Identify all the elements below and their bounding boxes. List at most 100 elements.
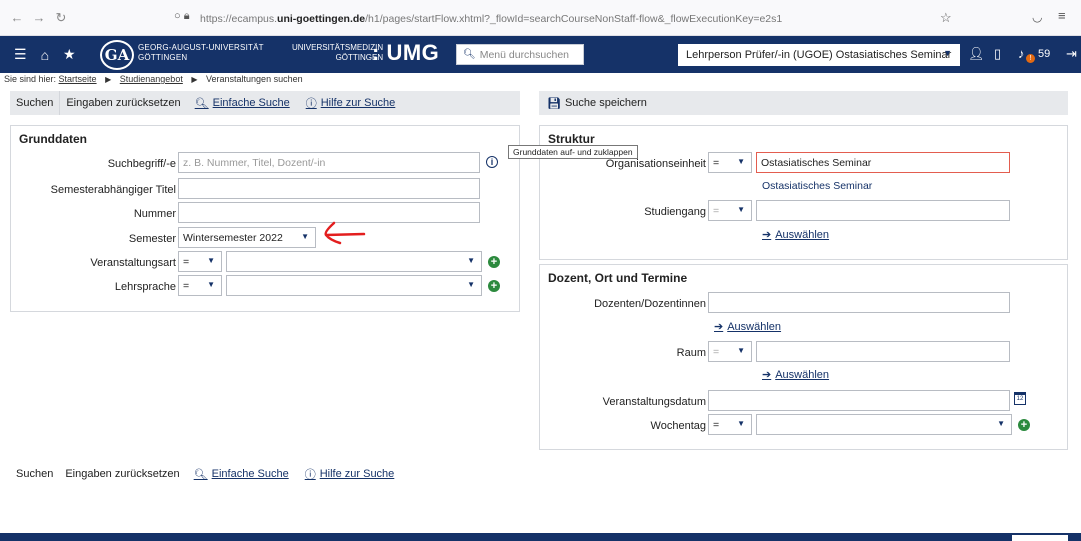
veranstaltungsart-label: Veranstaltungsart: [90, 257, 176, 269]
university-logo[interactable]: GA: [100, 40, 134, 70]
operator-value: =: [713, 345, 720, 358]
back-icon[interactable]: ←: [6, 10, 28, 25]
favorites-star-icon[interactable]: ★: [63, 46, 76, 63]
semestertitel-input[interactable]: [178, 178, 480, 199]
operator-value: =: [713, 204, 720, 217]
studiengang-auswaehlen-link[interactable]: ➔ Auswählen: [762, 228, 829, 241]
info-icon: ⓘ: [305, 98, 317, 110]
search-button[interactable]: Suchen: [10, 91, 61, 115]
umg-name-line1: UNIVERSITÄTSMEDIZIN: [292, 43, 384, 52]
raum-auswaehlen-link[interactable]: ➔ Auswählen: [762, 368, 829, 381]
org-suggestion[interactable]: Ostasiatisches Seminar: [762, 180, 872, 192]
menu-search-input[interactable]: 🔍︎ Menü durchsuchen: [456, 44, 584, 65]
raum-operator[interactable]: = ▼: [708, 341, 752, 362]
search-icon: 🔍︎: [463, 49, 476, 60]
raum-label: Raum: [676, 347, 706, 359]
reset-button[interactable]: Eingaben zurücksetzen: [59, 462, 186, 486]
operator-value: =: [713, 418, 720, 431]
notifications-bell-icon[interactable]: ♪: [1018, 46, 1025, 61]
lehrsprache-operator[interactable]: = ▼: [178, 275, 222, 296]
info-icon: ⓘ: [304, 469, 316, 481]
semester-value: Wintersemester 2022: [183, 231, 283, 244]
search-icon: 🔍︎: [194, 97, 209, 110]
search-button[interactable]: Suchen: [10, 462, 60, 486]
studiengang-operator[interactable]: = ▼: [708, 200, 752, 221]
clipboard-icon[interactable]: ▯: [994, 46, 1001, 62]
breadcrumb-home[interactable]: Startseite: [59, 74, 97, 84]
hamburger-menu-icon[interactable]: ☰: [14, 46, 27, 63]
footer-bar: [0, 533, 1081, 541]
raum-input[interactable]: [756, 341, 1010, 362]
chevron-down-icon: ▼: [207, 256, 215, 265]
studiengang-input[interactable]: [756, 200, 1010, 221]
wochentag-operator[interactable]: = ▼: [708, 414, 752, 435]
user-icon[interactable]: 👤︎: [968, 46, 985, 62]
wochentag-select[interactable]: ▼: [756, 414, 1012, 435]
chevron-down-icon: ▼: [467, 280, 475, 289]
simple-search-link[interactable]: 🔍︎ Einfache Suche: [186, 468, 297, 481]
breadcrumb-current: Veranstaltungen suchen: [206, 74, 303, 84]
address-bar[interactable]: https://ecampus. uni-goettingen.de/h1/pag…: [200, 7, 1010, 31]
add-lehrsprache-icon[interactable]: +: [488, 280, 500, 292]
semestertitel-label: Semesterabhängiger Titel: [50, 184, 176, 196]
home-icon[interactable]: ⌂: [41, 47, 49, 63]
arrow-right-icon: ➔: [762, 229, 772, 241]
search-actions-bottom: Suchen Eingaben zurücksetzen 🔍︎ Einfache …: [10, 462, 402, 486]
bookmark-star-icon[interactable]: ☆: [940, 10, 952, 26]
struktur-title[interactable]: Struktur: [548, 132, 595, 146]
simple-search-link[interactable]: 🔍︎ Einfache Suche: [187, 97, 298, 110]
search-icon: 🔍︎: [193, 468, 208, 481]
add-wochentag-icon[interactable]: +: [1018, 419, 1030, 431]
datum-input[interactable]: [708, 390, 1010, 411]
lehrsprache-select[interactable]: ▼: [226, 275, 482, 296]
operator-value: =: [713, 156, 720, 169]
logout-icon[interactable]: ⇥: [1066, 46, 1077, 62]
operator-value: =: [183, 255, 190, 268]
forward-icon[interactable]: →: [28, 10, 50, 25]
dozenten-label: Dozenten/Dozentinnen: [594, 298, 706, 310]
arrow-right-icon: ➔: [714, 321, 724, 333]
reset-button[interactable]: Eingaben zurücksetzen: [60, 91, 186, 115]
org-operator[interactable]: = ▼: [708, 152, 752, 173]
grunddaten-title[interactable]: Grunddaten: [19, 132, 87, 146]
arrow-right-icon: ➔: [762, 369, 772, 381]
chevron-down-icon: ▼: [943, 48, 952, 58]
suchbegriff-input[interactable]: z. B. Nummer, Titel, Dozent/-in: [178, 152, 480, 173]
save-search-link[interactable]: 💾︎ Suche speichern: [539, 97, 655, 110]
simple-search-label: Einfache Suche: [211, 468, 289, 480]
help-link[interactable]: ⓘ Hilfe zur Suche: [297, 466, 403, 482]
breadcrumb-studienangebot[interactable]: Studienangebot: [120, 74, 183, 84]
auswaehlen-label: Auswählen: [775, 229, 830, 241]
breadcrumb-separator-icon: ▶: [105, 75, 112, 84]
dozent-title[interactable]: Dozent, Ort und Termine: [548, 271, 687, 285]
chevron-down-icon: ▼: [301, 232, 309, 241]
help-link[interactable]: ⓘ Hilfe zur Suche: [298, 95, 404, 111]
browser-menu-icon[interactable]: ≡: [1058, 8, 1066, 23]
nummer-label: Nummer: [133, 208, 176, 220]
wochentag-label: Wochentag: [650, 420, 706, 432]
semester-select[interactable]: Wintersemester 2022 ▼: [178, 227, 316, 248]
org-input[interactable]: Ostasiatisches Seminar: [756, 152, 1010, 173]
info-icon[interactable]: i: [486, 156, 498, 168]
org-label: Organisationseinheit: [605, 158, 706, 170]
dozenten-auswaehlen-link[interactable]: ➔ Auswählen: [714, 320, 781, 333]
calendar-icon[interactable]: 12: [1014, 392, 1026, 405]
save-search-bar: 💾︎ Suche speichern: [539, 91, 1068, 115]
semester-label: Semester: [128, 233, 176, 245]
save-disk-icon: 💾︎: [547, 97, 561, 110]
suchbegriff-label: Suchbegriff/-e: [107, 158, 176, 170]
chevron-down-icon: ▼: [737, 205, 745, 214]
footer-button[interactable]: [1012, 535, 1068, 541]
datum-label: Veranstaltungsdatum: [602, 396, 706, 408]
add-veranstaltungsart-icon[interactable]: +: [488, 256, 500, 268]
shield-lock-icon[interactable]: ○ 🔒︎: [174, 10, 190, 23]
veranstaltungsart-select[interactable]: ▼: [226, 251, 482, 272]
pocket-icon[interactable]: ◡: [1032, 10, 1042, 24]
reload-icon[interactable]: ↻: [50, 10, 72, 26]
veranstaltungsart-operator[interactable]: = ▼: [178, 251, 222, 272]
dozenten-input[interactable]: [708, 292, 1010, 313]
role-select[interactable]: Lehrperson Prüfer/-in (UGOE) Ostasiatisc…: [678, 44, 960, 66]
url-suffix: /h1/pages/startFlow.xhtml?_flowId=search…: [365, 13, 783, 25]
chevron-down-icon: ▼: [997, 419, 1005, 428]
university-name-line1: GEORG-AUGUST-UNIVERSITÄT: [138, 43, 264, 52]
